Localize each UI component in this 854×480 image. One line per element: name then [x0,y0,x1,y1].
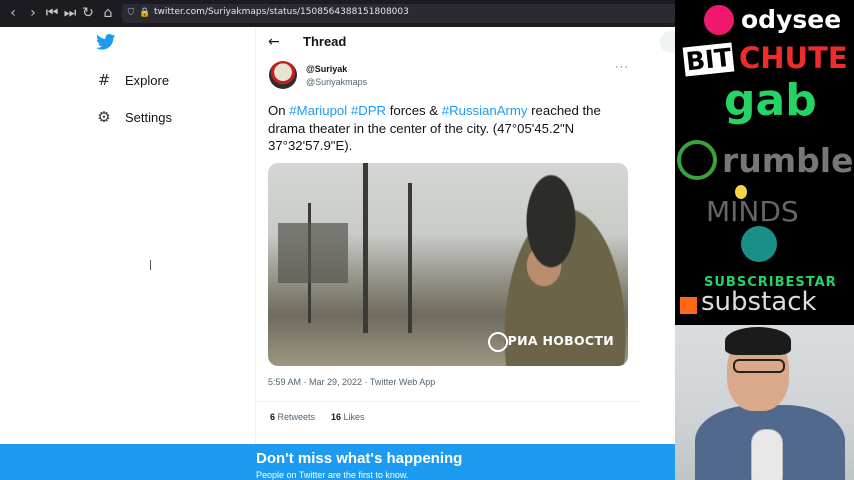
tweet-video[interactable]: РИА НОВОСТИ [268,163,628,366]
gab-logo-text: gab [724,75,817,126]
first-icon[interactable]: ⏮ [43,4,61,22]
last-icon[interactable]: ⏭ [61,4,79,22]
browser-toolbar: ‹ › ⏮ ⏭ ↻ ⌂ ⛉ 🔒 twitter.com/Suriyakmaps/… [0,0,677,27]
gear-icon: ⚙ [97,108,111,126]
likes-count: 16 [331,412,342,422]
author-handle[interactable]: @Suriyakmaps [306,77,367,87]
platforms-overlay: odysee BIT CHUTE gab rumble MINDS SUBSCR… [675,0,854,325]
address-bar[interactable]: ⛉ 🔒 twitter.com/Suriyakmaps/status/15085… [122,4,677,23]
subscribestar-logo-icon [741,226,777,262]
hashtag-link-dpr[interactable]: #DPR [351,103,386,118]
banner-subtitle: People on Twitter are the first to know. [256,470,409,480]
bitchute-logo-bit: BIT [682,42,735,77]
more-options-icon[interactable]: ··· [615,61,629,73]
nav-settings[interactable]: ⚙ Settings [96,106,172,128]
avatar[interactable] [269,61,297,89]
home-icon[interactable]: ⌂ [99,4,117,22]
reload-icon[interactable]: ↻ [79,4,97,22]
nav-settings-label: Settings [125,109,172,125]
back-arrow-icon[interactable]: ← [268,34,280,50]
scene-tree [408,183,412,333]
scene-tree [363,163,368,333]
retweets-label: Retweets [275,412,316,422]
bitchute-logo-chute: CHUTE [739,41,848,75]
nav-explore[interactable]: # Explore [96,69,169,91]
author-name[interactable]: @Suriyak [306,64,347,74]
tweet-text-part: On [268,103,290,118]
hashtag-link-russianarmy[interactable]: #RussianArmy [442,103,528,118]
banner-title: Don't miss what's happening [256,450,463,467]
lock-icon[interactable]: 🔒 [139,8,150,19]
signup-banner: Don't miss what's happening People on Tw… [0,444,675,480]
hashtag-link-mariupol[interactable]: #Mariupol [289,103,347,118]
retweets-link[interactable]: 6 Retweets [270,412,315,422]
nav-explore-label: Explore [125,72,170,88]
video-watermark: РИА НОВОСТИ [507,333,614,348]
engagement-stats: 6 Retweets 16 Likes [256,401,641,432]
shield-icon[interactable]: ⛉ [126,8,136,19]
rumble-logo-text: rumble [722,141,854,180]
odysee-logo-text: odysee [741,5,842,34]
odysee-logo-icon [704,5,734,35]
webcam-feed [675,325,854,480]
likes-label: Likes [341,412,365,422]
scene-building [278,223,348,283]
person-hair [725,327,791,355]
minds-logo-text: MINDS [706,195,799,228]
mouse-cursor-icon [150,260,157,270]
likes-link[interactable]: 16 Likes [331,412,365,422]
microphone-icon [751,429,783,480]
rumble-logo-icon [677,140,717,180]
tweet-timestamp[interactable]: 5:59 AM · Mar 29, 2022 · Twitter Web App [268,377,435,387]
thread-column: ← Thread @Suriyak @Suriyakmaps ··· On #M… [255,27,642,447]
tweet-text-part: forces & [386,103,442,118]
right-sidebar [640,27,690,447]
ria-logo-icon [488,332,508,352]
forward-icon[interactable]: › [24,4,42,22]
back-icon[interactable]: ‹ [4,4,22,22]
substack-logo-icon [680,297,697,314]
tweet-text: On #Mariupol #DPR forces & #RussianArmy … [268,102,628,155]
person-glasses [733,359,785,373]
url-text[interactable]: twitter.com/Suriyakmaps/status/150856438… [154,7,409,17]
twitter-logo-icon[interactable] [96,34,116,50]
page-title: Thread [303,34,347,49]
substack-logo-text: substack [701,287,817,317]
thread-header: ← Thread [256,27,641,57]
hashtag-icon: # [97,71,111,89]
